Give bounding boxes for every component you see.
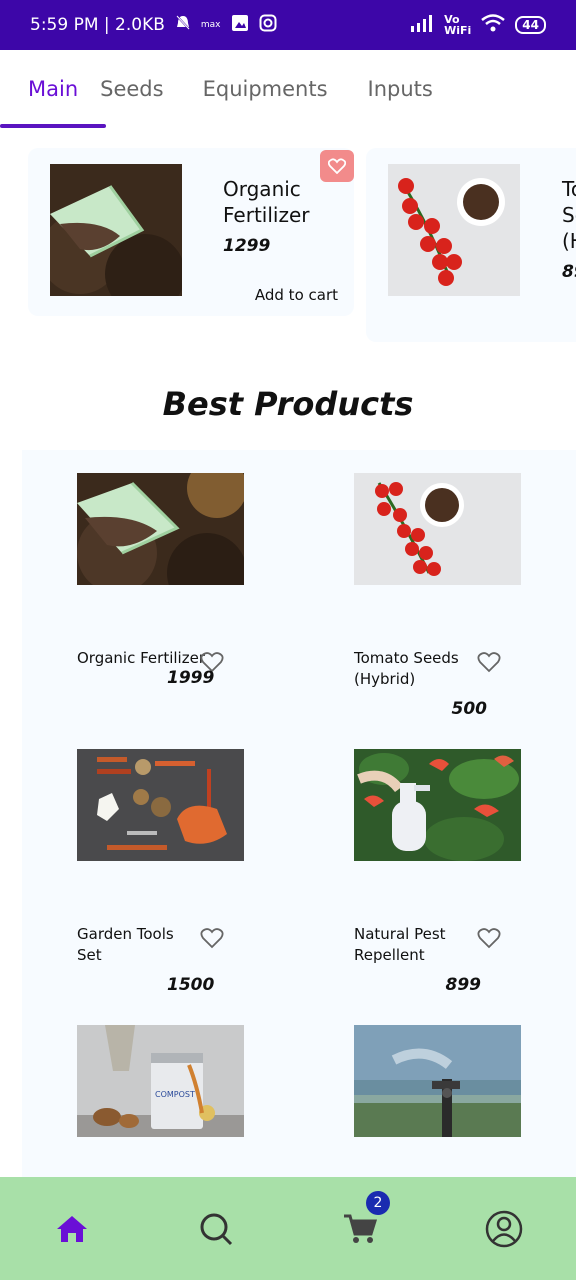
compost-label: COMPOST xyxy=(155,1090,195,1099)
featured-card[interactable]: Organic Fertilizer 1299 Add to cart xyxy=(28,148,354,316)
tab-seeds[interactable]: Seeds xyxy=(78,50,163,128)
product-name: Garden Tools Set xyxy=(77,925,174,964)
product-image xyxy=(77,473,244,585)
featured-card[interactable]: To Se (H 89 xyxy=(366,148,576,342)
product-card[interactable]: Garden Tools Set 1500 xyxy=(77,749,277,995)
nav-cart[interactable]: 2 xyxy=(330,1190,390,1259)
featured-name: Organic Fertilizer xyxy=(223,177,310,227)
tab-main[interactable]: Main xyxy=(0,50,107,128)
product-card[interactable] xyxy=(354,1025,554,1145)
bottom-navigation: 2 xyxy=(0,1177,576,1280)
product-price: 500 xyxy=(451,699,488,719)
product-image: COMPOST xyxy=(77,1025,244,1137)
home-icon xyxy=(57,1215,87,1242)
product-card[interactable]: COMPOST xyxy=(77,1025,277,1145)
product-price: 1500 xyxy=(167,975,215,995)
section-title: Best Products xyxy=(162,385,414,423)
featured-price: 89 xyxy=(562,262,576,282)
featured-carousel[interactable]: Organic Fertilizer 1299 Add to cart To S… xyxy=(0,148,576,348)
cart-icon xyxy=(344,1214,377,1243)
product-grid: Organic Fertilizer 1999 Tomato Seeds (Hy… xyxy=(22,450,576,1180)
product-name: Organic Fertilizer xyxy=(77,649,205,667)
vowifi-label: Vo WiFi xyxy=(444,13,472,37)
heart-icon[interactable] xyxy=(477,651,501,673)
product-price: 1999 xyxy=(167,668,215,688)
wifi-icon xyxy=(481,13,506,37)
instagram-icon xyxy=(259,14,277,37)
add-to-cart-button[interactable]: Add to cart xyxy=(255,286,338,304)
heart-icon xyxy=(328,158,346,174)
status-bar: 5:59 PM | 2.0KB max Vo WiFi 44 xyxy=(0,0,576,50)
product-image xyxy=(354,473,521,585)
tab-inputs[interactable]: Inputs xyxy=(328,50,433,128)
heart-icon[interactable] xyxy=(200,927,224,949)
heart-icon[interactable] xyxy=(477,927,501,949)
featured-name: To Se (H xyxy=(562,177,576,253)
product-image-organic-fertilizer xyxy=(50,164,182,296)
tab-equipments[interactable]: Equipments xyxy=(164,50,328,128)
nav-search[interactable] xyxy=(186,1199,246,1259)
search-icon xyxy=(200,1213,233,1245)
gallery-icon xyxy=(231,14,249,37)
battery-indicator: 44 xyxy=(515,16,546,34)
product-image xyxy=(354,1025,521,1137)
cart-count-badge: 2 xyxy=(366,1190,390,1215)
product-name: Natural Pest Repellent xyxy=(354,925,446,964)
product-card[interactable]: Natural Pest Repellent 899 xyxy=(354,749,554,995)
signal-icon xyxy=(410,14,434,37)
nav-home[interactable] xyxy=(42,1199,102,1259)
product-card[interactable]: Tomato Seeds (Hybrid) 500 xyxy=(354,473,554,719)
product-name: Tomato Seeds (Hybrid) xyxy=(354,649,459,688)
nav-profile[interactable] xyxy=(474,1199,534,1259)
product-image xyxy=(77,749,244,861)
profile-icon xyxy=(485,1210,523,1247)
status-time: 5:59 PM | 2.0KB xyxy=(30,15,165,35)
category-tabs: Main Seeds Equipments Inputs xyxy=(0,50,576,128)
product-image-tomato-seeds xyxy=(388,164,520,296)
product-card[interactable]: Organic Fertilizer 1999 xyxy=(77,473,277,703)
featured-price: 1299 xyxy=(223,236,271,256)
product-price: 899 xyxy=(445,975,482,995)
favorite-button[interactable] xyxy=(320,150,354,182)
mute-icon xyxy=(175,14,191,37)
max-label: max xyxy=(200,20,221,30)
product-image xyxy=(354,749,521,861)
